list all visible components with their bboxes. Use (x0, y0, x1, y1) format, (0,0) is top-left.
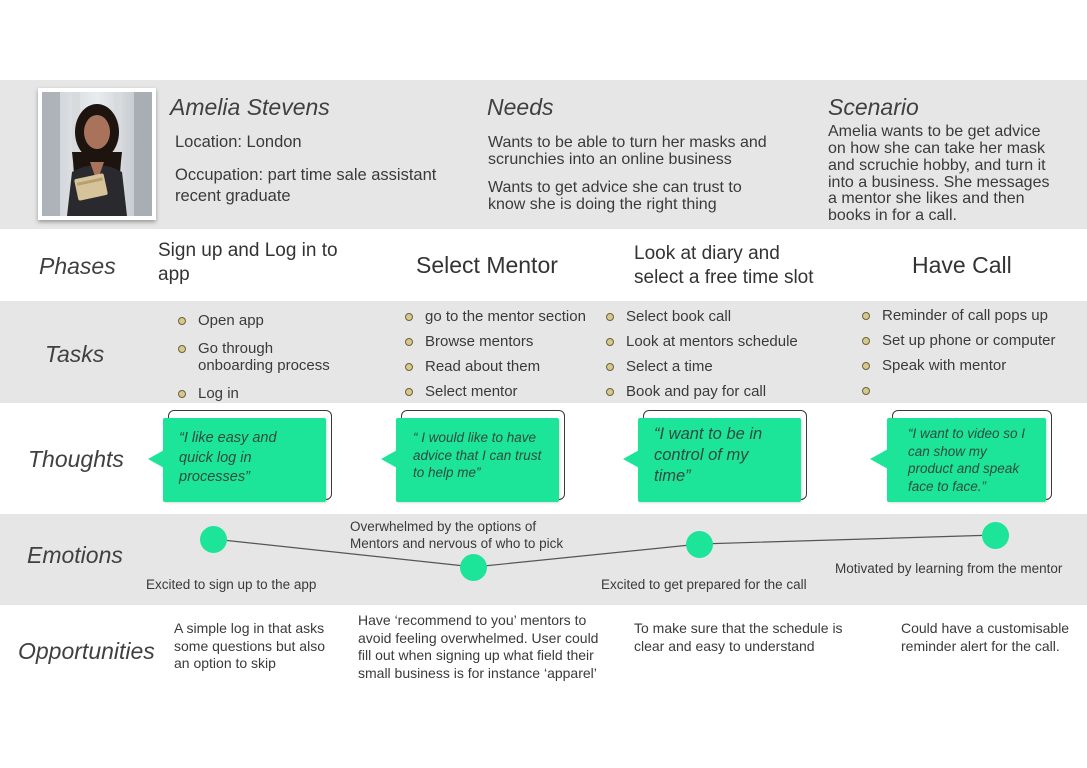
opportunity-line: some questions but also (174, 637, 325, 654)
opportunity-line: an option to skip (174, 655, 276, 671)
opportunity-1: A simple log in that asks some questions… (174, 620, 325, 673)
scenario-line-6: books in for a call. (828, 207, 957, 224)
task-list-2: go to the mentor section Browse mentors … (399, 308, 614, 400)
thought-line: face to face.” (908, 478, 987, 494)
task-item: Open app (172, 312, 362, 329)
thought-bubble-tail (381, 449, 399, 469)
task-item: Select a time (600, 358, 815, 375)
persona-portrait-image (42, 92, 152, 216)
persona-name: Amelia Stevens (170, 94, 330, 120)
task-item: Select book call (600, 308, 815, 325)
needs-heading: Needs (487, 94, 554, 120)
thought-bubble-2: “ I would like to have advice that I can… (381, 410, 571, 505)
thought-text: “I want to be in control of my time” (654, 424, 762, 487)
opportunity-line: To make sure that the schedule is (634, 620, 843, 636)
thought-line: “I like easy and (179, 430, 277, 446)
task-item: Go through onboarding process (172, 340, 348, 374)
emotion-label-2: Overwhelmed by the options of Mentors an… (350, 518, 563, 552)
emotion-label-3: Excited to get prepared for the call (601, 577, 807, 592)
thought-line: can show my (908, 443, 987, 459)
task-item: Look at mentors schedule (600, 333, 815, 350)
phase-1-line-1: Sign up and Log in to (158, 240, 338, 261)
emotion-label-line: Overwhelmed by the options of (350, 519, 537, 534)
opportunity-3: To make sure that the schedule is clear … (634, 620, 843, 655)
emotion-point-2 (460, 554, 487, 581)
task-item: Log in (172, 385, 362, 402)
thought-line: quick log in (179, 449, 252, 466)
phase-1-line-2: app (158, 264, 190, 285)
phase-1: Sign up and Log in to app (158, 239, 338, 287)
emotion-label-line: Mentors and nervous of who to pick (350, 536, 564, 551)
scenario-line-2: on how she can take her mask (828, 140, 1046, 157)
thought-line: processes” (179, 469, 250, 485)
task-item: Speak with mentor (856, 357, 1081, 374)
needs-line-3: Wants to get advice she can trust to (488, 179, 742, 196)
thought-text: “I want to video so I can show my produc… (908, 425, 1025, 495)
task-item: Book and pay for call (600, 383, 815, 400)
task-list-1: Open app Go through onboarding process L… (172, 312, 362, 402)
task-item: Select mentor (399, 383, 614, 400)
thought-bubble-tail (870, 449, 888, 469)
thought-line: “ I would like to have (413, 430, 537, 445)
thought-bubble-3: “I want to be in control of my time” (623, 410, 813, 505)
task-list-3: Select book call Look at mentors schedul… (600, 308, 815, 400)
opportunity-line: Could have a customisable (901, 620, 1070, 636)
scenario-line-5: a mentor she likes and then (828, 190, 1025, 207)
thought-bubble-tail (623, 449, 641, 469)
row-label-thoughts: Thoughts (28, 446, 124, 472)
phase-4: Have Call (912, 252, 1012, 278)
emotion-label-1: Excited to sign up to the app (146, 577, 317, 592)
phase-3-line-2: select a free time slot (634, 267, 814, 288)
opportunity-line: clear and easy to understand (634, 637, 815, 654)
persona-location: Location: London (175, 133, 302, 151)
emotion-point-3 (686, 531, 713, 558)
thought-line: time” (654, 467, 691, 485)
thought-bubble-4: “I want to video so I can show my produc… (868, 410, 1058, 505)
phase-3: Look at diary and select a free time slo… (634, 242, 814, 290)
opportunity-line: reminder alert for the call. (901, 637, 1060, 654)
task-item: Set up phone or computer (856, 332, 1081, 349)
thought-line: to help me” (413, 465, 481, 480)
emotion-point-4 (982, 522, 1009, 549)
persona-occupation-detail: recent graduate (175, 187, 291, 205)
scenario-line-1: Amelia wants to be get advice (828, 123, 1041, 140)
opportunity-line: Have ‘recommend to you’ mentors to (358, 612, 587, 628)
needs-line-2: scrunchies into an online business (488, 151, 732, 168)
scenario-line-4: into a business. She messages (828, 174, 1050, 191)
phase-3-line-1: Look at diary and (634, 243, 780, 264)
thought-text: “I like easy and quick log in processes” (179, 429, 277, 488)
opportunity-2: Have ‘recommend to you’ mentors to avoid… (358, 612, 598, 682)
persona-photo (38, 88, 156, 220)
opportunity-line: fill out when signing up what field thei… (358, 647, 594, 663)
thought-bubble-tail (148, 449, 166, 469)
thought-line: advice that I can trust (413, 447, 542, 463)
task-list-4: Reminder of call pops up Set up phone or… (856, 307, 1081, 399)
emotion-point-1 (200, 526, 227, 553)
opportunity-line: small business is for instance ‘apparel’ (358, 664, 597, 681)
opportunity-4: Could have a customisable reminder alert… (901, 620, 1069, 655)
needs-line-1: Wants to be able to turn her masks and (488, 134, 767, 151)
row-label-opportunities: Opportunities (18, 638, 155, 664)
phase-2: Select Mentor (416, 252, 558, 278)
task-item: go to the mentor section (399, 308, 614, 325)
task-item: Browse mentors (399, 333, 614, 350)
scenario-line-3: and scruchie hobby, and turn it (828, 157, 1046, 174)
scenario-heading: Scenario (828, 94, 919, 120)
opportunity-line: avoid feeling overwhelmed. User could (358, 629, 599, 646)
row-label-tasks: Tasks (45, 341, 105, 367)
row-label-phases: Phases (39, 253, 116, 279)
task-item: Read about them (399, 358, 614, 375)
emotion-label-4: Motivated by learning from the mentor (835, 561, 1063, 576)
task-item-empty (856, 382, 1081, 399)
thought-line: control of my (654, 446, 749, 464)
needs-line-4: know she is doing the right thing (488, 196, 717, 213)
persona-occupation: Occupation: part time sale assistant (175, 166, 437, 184)
task-item: Reminder of call pops up (856, 307, 1081, 324)
thought-line: product and speak (908, 461, 1020, 476)
thought-line: “I want to be in (654, 425, 763, 443)
thought-bubble-1: “I like easy and quick log in processes” (148, 410, 338, 505)
thought-line: “I want to video so I (908, 426, 1026, 441)
opportunity-line: A simple log in that asks (174, 620, 325, 636)
thought-text: “ I would like to have advice that I can… (413, 429, 541, 482)
